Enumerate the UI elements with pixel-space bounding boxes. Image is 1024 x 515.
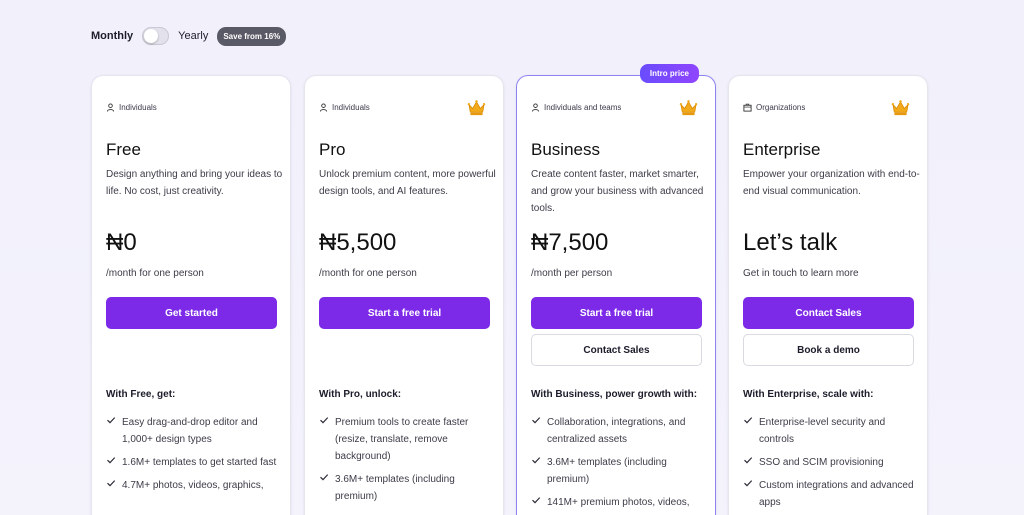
plan-description: Unlock premium content, more powerful de… xyxy=(319,169,496,197)
crown-icon xyxy=(467,100,486,116)
plan-audience-label: Individuals xyxy=(332,103,370,112)
plan-period: /month for one person xyxy=(106,268,204,279)
feature-item: SSO and SCIM provisioning xyxy=(743,454,918,471)
contact-sales-button[interactable]: Contact Sales xyxy=(531,334,702,366)
plan-name: Business xyxy=(531,140,600,159)
plan-price: ₦5,500 xyxy=(319,229,397,256)
check-icon xyxy=(320,417,329,424)
check-icon xyxy=(107,417,116,424)
plan-card-free: Individuals Free Design anything and bri… xyxy=(91,75,291,515)
features-heading: With Business, power growth with: xyxy=(531,389,698,400)
feature-item: 3.6M+ templates (including premium) xyxy=(319,471,494,505)
feature-item: 141M+ premium photos, videos, xyxy=(531,494,706,511)
building-icon xyxy=(743,103,752,112)
crown-icon xyxy=(679,100,698,116)
contact-sales-button[interactable]: Contact Sales xyxy=(743,297,914,329)
feature-text: Custom integrations and advanced apps xyxy=(759,480,914,508)
plan-description: Create content faster, market smarter, a… xyxy=(531,169,704,214)
person-icon xyxy=(319,103,328,112)
toggle-knob xyxy=(144,29,159,43)
feature-text: 4.7M+ photos, videos, graphics, xyxy=(122,480,264,491)
plan-description: Design anything and bring your ideas to … xyxy=(106,169,283,197)
plan-description: Empower your organization with end-to-en… xyxy=(743,169,920,197)
start-free-trial-button[interactable]: Start a free trial xyxy=(319,297,490,329)
plan-name: Free xyxy=(106,140,141,159)
feature-list: Easy drag-and-drop editor and 1,000+ des… xyxy=(106,414,281,500)
feature-text: 1.6M+ templates to get started fast xyxy=(122,457,277,468)
check-icon xyxy=(532,417,541,424)
feature-text: SSO and SCIM provisioning xyxy=(759,457,884,468)
features-heading: With Free, get: xyxy=(106,389,176,400)
feature-text: 3.6M+ templates (including premium) xyxy=(335,474,455,502)
plan-price: ₦7,500 xyxy=(531,229,609,256)
plan-name: Enterprise xyxy=(743,140,821,159)
plan-period: Get in touch to learn more xyxy=(743,268,859,279)
plan-name: Pro xyxy=(319,140,346,159)
plan-card-enterprise: Organizations Enterprise Empower your or… xyxy=(728,75,928,515)
person-icon xyxy=(106,103,115,112)
plan-audience-label: Organizations xyxy=(756,103,806,112)
feature-item: 1.6M+ templates to get started fast xyxy=(106,454,281,471)
plan-audience: Individuals and teams xyxy=(531,103,621,112)
check-icon xyxy=(107,457,116,464)
yearly-label[interactable]: Yearly xyxy=(178,30,208,42)
feature-item: Easy drag-and-drop editor and 1,000+ des… xyxy=(106,414,281,448)
features-heading: With Enterprise, scale with: xyxy=(743,389,874,400)
check-icon xyxy=(744,457,753,464)
feature-item: Custom integrations and advanced apps xyxy=(743,477,918,511)
person-icon xyxy=(531,103,540,112)
crown-icon xyxy=(891,100,910,116)
start-free-trial-button[interactable]: Start a free trial xyxy=(531,297,702,329)
check-icon xyxy=(107,480,116,487)
plan-card-business: Intro price Individuals and teams Busine… xyxy=(516,64,716,515)
feature-text: Premium tools to create faster (resize, … xyxy=(335,417,469,462)
feature-item: Enterprise-level security and controls xyxy=(743,414,918,448)
plan-audience: Individuals xyxy=(319,103,370,112)
feature-item: Premium tools to create faster (resize, … xyxy=(319,414,494,465)
feature-text: 3.6M+ templates (including premium) xyxy=(547,457,667,485)
save-badge: Save from 16% xyxy=(217,26,287,46)
plan-audience-label: Individuals xyxy=(119,103,157,112)
plan-audience-label: Individuals and teams xyxy=(544,103,622,112)
plan-price: ₦0 xyxy=(106,229,137,256)
monthly-label[interactable]: Monthly xyxy=(91,30,133,42)
feature-item: 3.6M+ templates (including premium) xyxy=(531,454,706,488)
feature-text: Enterprise-level security and controls xyxy=(759,417,886,445)
plan-price: Let’s talk xyxy=(743,229,838,256)
check-icon xyxy=(532,457,541,464)
billing-toggle-switch[interactable] xyxy=(142,27,170,45)
feature-text: 141M+ premium photos, videos, xyxy=(547,497,690,508)
check-icon xyxy=(744,417,753,424)
plan-period: /month for one person xyxy=(319,268,417,279)
plan-audience: Organizations xyxy=(743,103,805,112)
intro-price-badge: Intro price xyxy=(639,64,699,83)
feature-text: Collaboration, integrations, and central… xyxy=(547,417,686,445)
feature-list: Premium tools to create faster (resize, … xyxy=(319,414,494,511)
feature-item: 4.7M+ photos, videos, graphics, xyxy=(106,477,281,494)
book-demo-button[interactable]: Book a demo xyxy=(743,334,914,366)
plan-card-pro: Individuals Pro Unlock premium content, … xyxy=(304,75,504,515)
feature-list: Collaboration, integrations, and central… xyxy=(531,414,706,515)
check-icon xyxy=(744,480,753,487)
feature-list: Enterprise-level security and controls S… xyxy=(743,414,918,515)
check-icon xyxy=(532,497,541,504)
plan-period: /month per person xyxy=(531,268,613,279)
features-heading: With Pro, unlock: xyxy=(319,389,402,400)
feature-text: Easy drag-and-drop editor and 1,000+ des… xyxy=(122,417,258,445)
billing-period-toggle-group: Monthly Yearly Save from 16% xyxy=(91,25,287,47)
feature-item: Collaboration, integrations, and central… xyxy=(531,414,706,448)
plan-audience: Individuals xyxy=(106,103,157,112)
get-started-button[interactable]: Get started xyxy=(106,297,277,329)
check-icon xyxy=(320,474,329,481)
